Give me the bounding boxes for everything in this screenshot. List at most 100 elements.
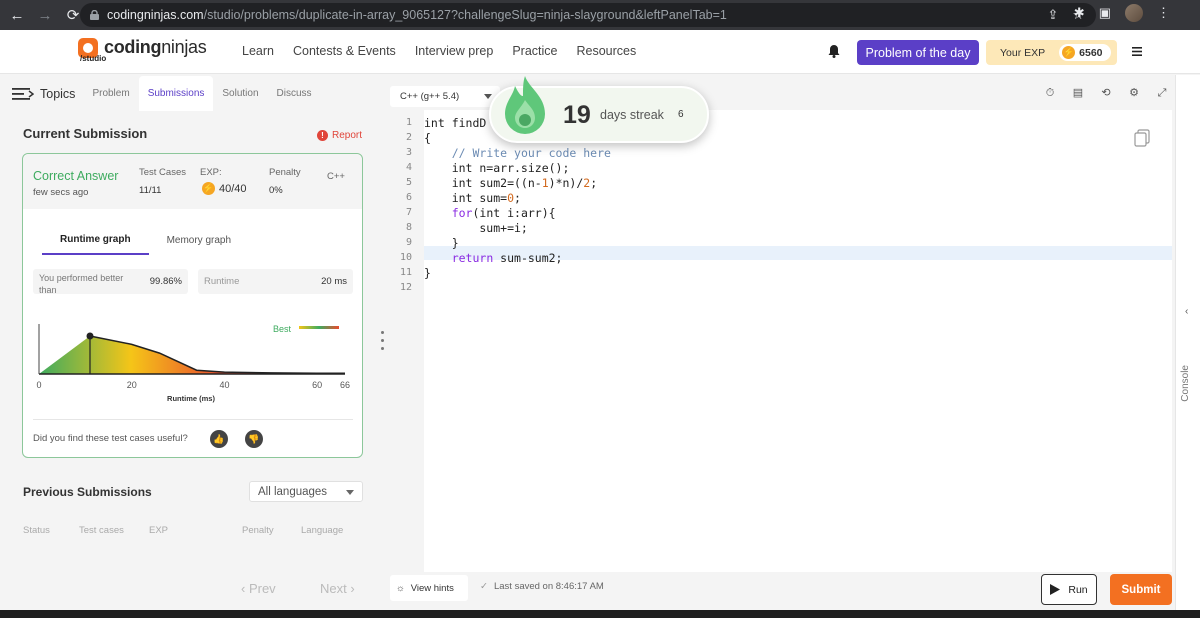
topics-button[interactable]: Topics — [12, 87, 75, 101]
report-label: Report — [332, 130, 363, 141]
run-button[interactable]: Run — [1041, 574, 1097, 605]
nav-practice[interactable]: Practice — [512, 44, 557, 58]
code-line: for(int i:arr){ — [451, 206, 556, 220]
next-page-button[interactable]: Next › — [320, 581, 355, 596]
status-correct-answer: Correct Answer — [33, 169, 119, 183]
editor-bottom-bar: ☼ View hints ✓ Last saved on 8:46:17 AM … — [390, 572, 1172, 610]
report-button[interactable]: ! Report — [317, 130, 362, 141]
exp-earned-label: EXP: — [200, 167, 222, 178]
nav-interview-prep[interactable]: Interview prep — [415, 44, 494, 58]
view-hints-button[interactable]: ☼ View hints — [390, 575, 468, 601]
play-icon — [1050, 584, 1061, 595]
chevron-down-icon — [484, 94, 492, 99]
submit-button[interactable]: Submit — [1110, 574, 1172, 605]
extensions-icon[interactable]: ✱ — [1074, 5, 1085, 21]
submission-time: few secs ago — [33, 187, 89, 198]
fullscreen-icon[interactable]: ⤢ — [1156, 87, 1168, 99]
console-label: Console — [1180, 365, 1191, 402]
tab-runtime-graph[interactable]: Runtime graph — [42, 225, 149, 255]
logo-subtitle: /studio — [80, 54, 107, 63]
line-number: 1 — [405, 117, 412, 128]
test-cases-label: Test Cases — [139, 167, 186, 178]
left-panel: Topics Problem Submissions Solution Disc… — [0, 75, 375, 610]
nav-resources[interactable]: Resources — [576, 44, 636, 58]
performance-value: 99.86% — [149, 276, 182, 287]
thumbs-down-icon[interactable]: 👎 — [245, 430, 263, 448]
test-cases-value: 11/11 — [139, 185, 162, 196]
graph-tabs: Runtime graph Memory graph — [42, 225, 249, 255]
tab-submissions[interactable]: Submissions — [138, 76, 214, 111]
os-taskbar — [0, 610, 1200, 618]
language-filter-select[interactable]: All languages — [249, 481, 363, 502]
last-saved-text: Last saved on 8:46:17 AM — [493, 581, 604, 592]
side-panel-icon[interactable]: ▣ — [1099, 5, 1111, 21]
tab-problem[interactable]: Problem — [83, 76, 138, 111]
copy-icon[interactable] — [1134, 129, 1150, 147]
line-number: 2 — [405, 132, 412, 143]
code-line: // Write your code here — [451, 146, 611, 160]
panel-resize-handle[interactable] — [381, 331, 385, 353]
hamburger-menu-icon[interactable] — [1132, 47, 1142, 56]
editor-language-value: C++ (g++ 5.4) — [400, 91, 460, 102]
save-icon[interactable]: ▤ — [1072, 87, 1084, 99]
topics-menu-icon — [12, 87, 34, 100]
line-number: 3 — [405, 147, 412, 158]
line-number: 11 — [399, 267, 412, 278]
x-axis-label: Runtime (ms) — [167, 394, 215, 403]
line-number: 4 — [405, 162, 412, 173]
col-test-cases: Test cases — [79, 525, 124, 536]
streak-count: 6 — [678, 109, 684, 120]
col-exp: EXP — [149, 525, 169, 536]
lightning-icon: ⚡ — [1062, 46, 1076, 59]
current-submission-title: Current Submission — [23, 126, 148, 141]
nav-learn[interactable]: Learn — [242, 44, 274, 58]
tab-discuss[interactable]: Discuss — [268, 76, 321, 111]
x-tick-label: 0 — [36, 380, 41, 390]
exp-earned-badge: ⚡ 40/40 — [202, 182, 247, 195]
code-line: int sum2=((n-1)*n)/2; — [424, 176, 598, 190]
col-status: Status — [23, 525, 50, 536]
reset-icon[interactable]: ⟲ — [1100, 87, 1112, 99]
runtime-label: Runtime — [204, 276, 240, 287]
performance-box: You performed better than 99.86% — [33, 269, 188, 295]
thumbs-up-icon[interactable]: 👍 — [210, 430, 228, 448]
exp-pill: ⚡ 6560 — [1059, 44, 1111, 61]
alert-icon: ! — [317, 130, 328, 141]
forward-icon[interactable]: → — [34, 4, 56, 26]
penalty-label: Penalty — [269, 167, 301, 178]
nav-contests[interactable]: Contests & Events — [293, 44, 396, 58]
exp-label: Your EXP — [1000, 46, 1046, 59]
submission-card: Correct Answer few secs ago Test Cases 1… — [22, 153, 363, 458]
code-line: sum+=i; — [424, 221, 528, 235]
chevron-left-icon[interactable]: ‹ — [1185, 306, 1188, 317]
prev-page-button[interactable]: ‹ Prev — [241, 581, 276, 596]
submission-summary: Correct Answer few secs ago Test Cases 1… — [23, 154, 362, 209]
tab-solution[interactable]: Solution — [213, 76, 267, 111]
notification-bell-icon[interactable] — [828, 44, 840, 58]
settings-gear-icon[interactable]: ⚙ — [1128, 87, 1140, 99]
x-tick-label: 60 — [312, 380, 322, 390]
lightning-icon: ⚡ — [202, 182, 215, 195]
line-number: 5 — [405, 177, 412, 188]
timer-icon[interactable]: ⏱ — [1044, 87, 1056, 99]
penalty-value: 0% — [269, 185, 283, 196]
editor-language-select[interactable]: C++ (g++ 5.4) — [390, 86, 500, 107]
line-number: 6 — [405, 192, 412, 203]
line-number: 7 — [405, 207, 412, 218]
problem-of-the-day-button[interactable]: Problem of the day — [857, 40, 979, 65]
back-icon[interactable]: ← — [6, 4, 28, 26]
browser-menu-icon[interactable]: ⋮ — [1157, 5, 1170, 21]
your-exp-box[interactable]: Your EXP ⚡ 6560 — [986, 40, 1117, 65]
runtime-value: 20 ms — [321, 276, 347, 287]
lock-icon — [90, 10, 99, 20]
console-panel[interactable]: ‹ Console — [1175, 75, 1200, 610]
left-tabs: Topics Problem Submissions Solution Disc… — [0, 75, 375, 112]
share-icon[interactable]: ⇪ — [1047, 7, 1058, 23]
code-line: } — [424, 236, 459, 250]
line-number: 8 — [405, 222, 412, 233]
language-filter-value: All languages — [258, 485, 328, 498]
profile-avatar[interactable] — [1125, 4, 1143, 22]
address-bar[interactable]: codingninjas.com/studio/problems/duplica… — [80, 3, 1096, 27]
tab-memory-graph[interactable]: Memory graph — [149, 225, 249, 255]
check-icon: ✓ — [480, 581, 488, 592]
